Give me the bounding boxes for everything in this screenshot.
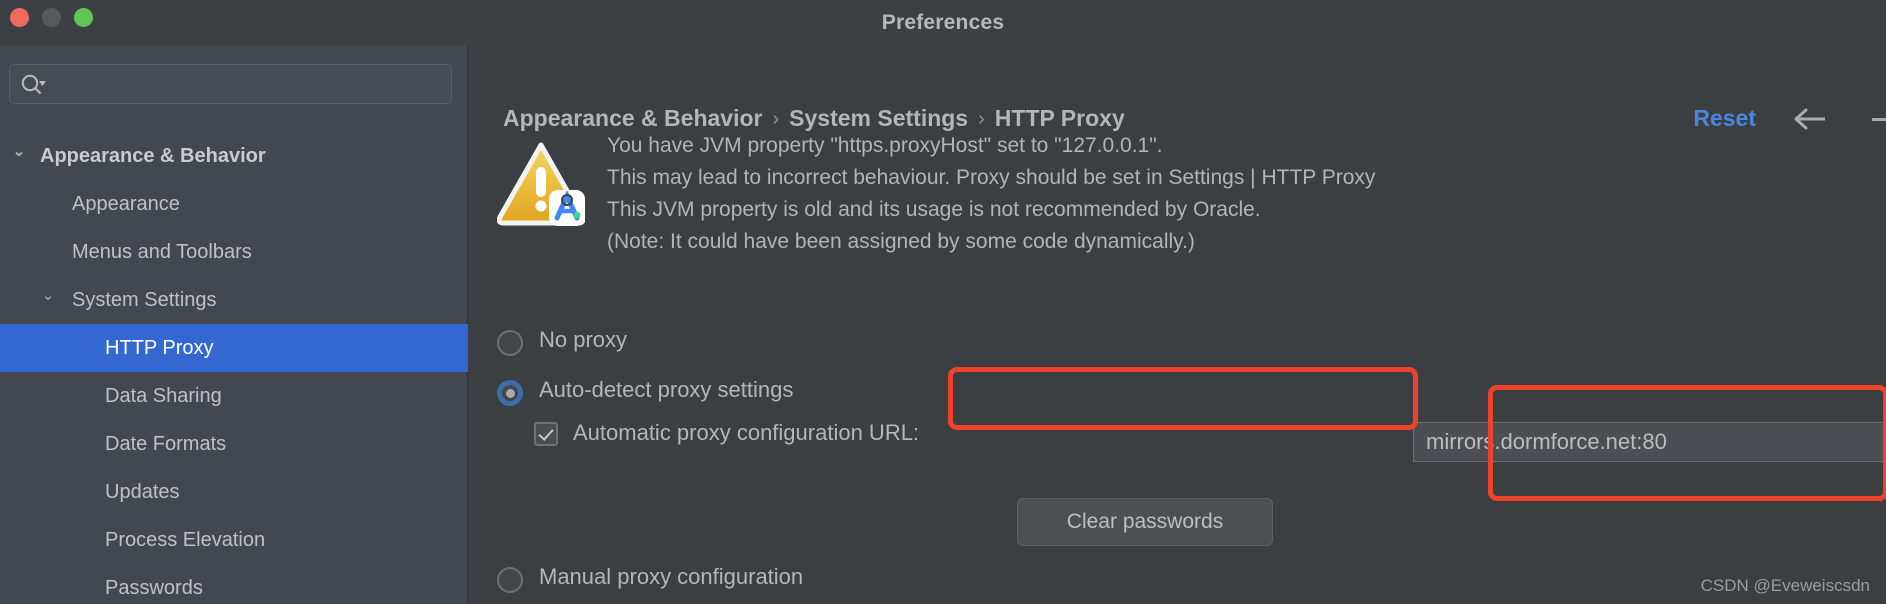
chevron-down-icon[interactable]: ⌄ [8, 132, 30, 172]
sidebar-item-label: Passwords [105, 577, 203, 599]
sidebar-item-label: Data Sharing [105, 385, 222, 407]
sidebar-item-updates[interactable]: Updates [0, 468, 468, 516]
sidebar-item-menus-and-toolbars[interactable]: Menus and Toolbars [0, 228, 468, 276]
sidebar-item-label: System Settings [72, 289, 217, 311]
warning-line-4: (Note: It could have been assigned by so… [607, 230, 1195, 253]
preferences-window: Preferences ⌄ Appearance & Behavior Appear… [0, 0, 1886, 604]
breadcrumb-item-system-settings[interactable]: System Settings [789, 105, 968, 131]
radio-indicator [497, 567, 523, 593]
reset-button[interactable]: Reset [1693, 105, 1756, 132]
radio-auto-detect-label: Auto-detect proxy settings [539, 377, 794, 402]
breadcrumb: Appearance & Behavior › System Settings › HT… [503, 105, 1125, 132]
clear-passwords-button[interactable]: Clear passwords [1017, 498, 1273, 546]
arrow-right-icon[interactable] [1872, 118, 1886, 121]
sidebar-item-label: Appearance & Behavior [40, 145, 266, 167]
sidebar-item-appearance-behavior[interactable]: ⌄ Appearance & Behavior [0, 132, 468, 180]
sidebar-item-label: Updates [105, 481, 180, 503]
search-input[interactable] [54, 65, 449, 103]
warning-line-1: You have JVM property "https.proxyHost" … [607, 134, 1163, 157]
radio-indicator [497, 330, 523, 356]
sidebar-item-date-formats[interactable]: Date Formats [0, 420, 468, 468]
warning-line-2: This may lead to incorrect behaviour. Pr… [607, 166, 1376, 189]
warning-triangle-icon [496, 138, 586, 226]
proxy-config-url-input[interactable] [1413, 422, 1886, 462]
breadcrumb-separator: › [772, 108, 780, 130]
search-icon [20, 73, 48, 97]
breadcrumb-item-http-proxy[interactable]: HTTP Proxy [995, 105, 1125, 131]
sidebar-item-label: Date Formats [105, 433, 227, 455]
sidebar-item-label: Process Elevation [105, 529, 266, 551]
android-studio-icon [549, 189, 585, 226]
watermark: CSDN @Eveweiscsdn [1700, 576, 1870, 595]
arrow-left-icon[interactable] [1792, 107, 1828, 131]
sidebar-item-label: HTTP Proxy [105, 337, 214, 359]
sidebar-item-label: Menus and Toolbars [72, 241, 252, 263]
annotation-box-auto-detect [948, 367, 1418, 430]
title-bar: Preferences [0, 0, 1886, 45]
settings-sidebar: ⌄ Appearance & Behavior Appearance Menus an… [0, 45, 468, 604]
checkbox-automatic-proxy-url-label: Automatic proxy configuration URL: [573, 420, 920, 445]
breadcrumb-separator: › [978, 108, 985, 130]
chevron-down-icon[interactable]: ⌄ [37, 276, 59, 316]
window-title: Preferences [881, 11, 1005, 34]
sidebar-item-process-elevation[interactable]: Process Elevation [0, 516, 468, 564]
sidebar-item-data-sharing[interactable]: Data Sharing [0, 372, 468, 420]
radio-manual-proxy-label: Manual proxy configuration [539, 564, 804, 589]
breadcrumb-item-appearance-behavior[interactable]: Appearance & Behavior [503, 105, 762, 131]
sidebar-item-appearance[interactable]: Appearance [0, 180, 468, 228]
radio-no-proxy-label: No proxy [539, 327, 628, 352]
jvm-proxy-warning-text: You have JVM property "https.proxyHost" … [607, 130, 1747, 258]
warning-line-3: This JVM property is old and its usage i… [607, 198, 1261, 221]
sidebar-item-http-proxy[interactable]: HTTP Proxy [0, 324, 468, 372]
sidebar-item-system-settings[interactable]: ⌄ System Settings [0, 276, 468, 324]
radio-indicator-selected [497, 380, 523, 406]
search-box[interactable] [9, 64, 452, 104]
checkbox-indicator-checked [534, 422, 558, 446]
sidebar-item-passwords[interactable]: Passwords [0, 564, 468, 604]
sidebar-item-label: Appearance [72, 193, 180, 215]
http-proxy-panel: Appearance & Behavior › System Settings › HT… [469, 45, 1886, 604]
